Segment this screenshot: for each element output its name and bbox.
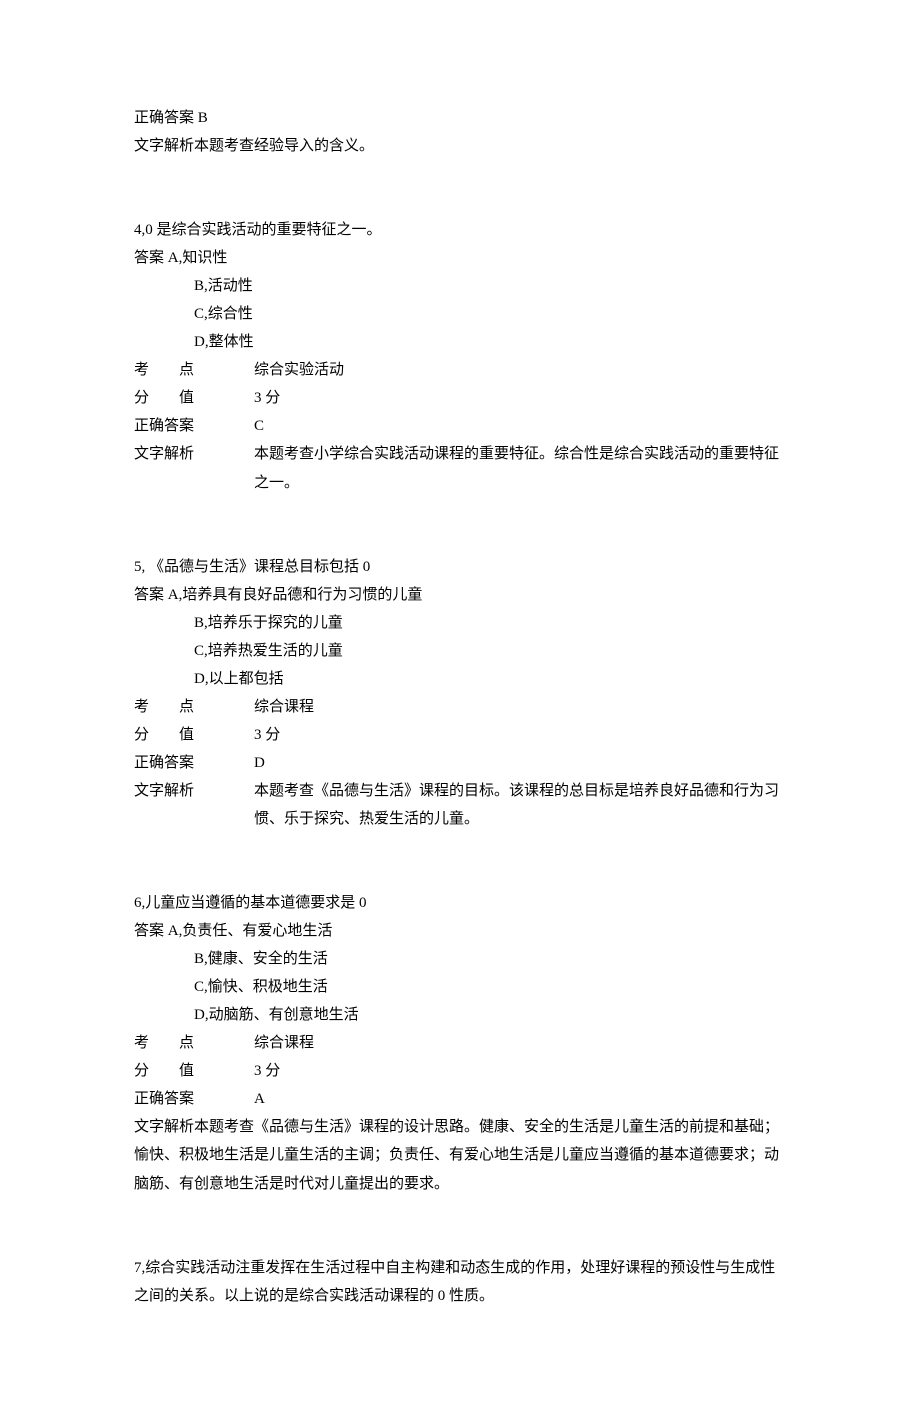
question-stem: 5, 《品德与生活》课程总目标包括 0 [134,553,786,581]
question-stem: 6,儿童应当遵循的基本道德要求是 0 [134,889,786,917]
score-value: 3 分 [254,721,786,749]
question-7: 7,综合实践活动注重发挥在生活过程中自主构建和动态生成的作用，处理好课程的预设性… [134,1254,786,1310]
score-row: 分值 3 分 [134,384,786,412]
explanation-label: 文字解析 [134,777,254,833]
exam-point-label: 考点 [134,693,254,721]
score-row: 分值 3 分 [134,721,786,749]
exam-point-label: 考点 [134,356,254,384]
correct-answer-label: 正确答案 [134,412,254,440]
option-a: A,负责任、有爱心地生活 [168,923,333,939]
option-a-line: 答案 A,负责任、有爱心地生活 [134,917,786,945]
option-a-line: 答案 A,知识性 [134,244,786,272]
exam-point-row: 考点 综合实验活动 [134,356,786,384]
explanation-text: 本题考查经验导入的含义。 [194,138,374,154]
explanation-row: 文字解析 本题考查《品德与生活》课程的目标。该课程的总目标是培养良好品德和行为习… [134,777,786,833]
explanation-label: 文字解析 [134,440,254,496]
explanation-label: 文字解析 [134,138,194,154]
option-d: D,动脑筋、有创意地生活 [134,1001,786,1029]
correct-answer-value: C [254,412,786,440]
option-a-line: 答案 A,培养具有良好品德和行为习惯的儿童 [134,581,786,609]
score-value: 3 分 [254,384,786,412]
question-6: 6,儿童应当遵循的基本道德要求是 0 答案 A,负责任、有爱心地生活 B,健康、… [134,889,786,1198]
document-page: 正确答案 B 文字解析本题考查经验导入的含义。 4,0 是综合实践活动的重要特征… [0,0,920,1426]
question-stem: 7,综合实践活动注重发挥在生活过程中自主构建和动态生成的作用，处理好课程的预设性… [134,1254,786,1310]
option-a: A,知识性 [168,250,228,266]
score-label: 分值 [134,1057,254,1085]
score-label: 分值 [134,384,254,412]
explanation-label: 文字解析 [134,1119,194,1135]
correct-answer-row: 正确答案 D [134,749,786,777]
correct-answer-value: A [254,1085,786,1113]
explanation-text: 本题考查《品德与生活》课程的设计思路。健康、安全的生活是儿童生活的前提和基础；愉… [134,1119,779,1191]
question-stem: 4,0 是综合实践活动的重要特征之一。 [134,216,786,244]
option-b: B,活动性 [134,272,786,300]
option-b: B,健康、安全的生活 [134,945,786,973]
exam-point-value: 综合课程 [254,693,786,721]
correct-answer-line: 正确答案 B [134,104,786,132]
answers-prefix: 答案 [134,587,164,603]
exam-point-label: 考点 [134,1029,254,1057]
exam-point-row: 考点 综合课程 [134,1029,786,1057]
exam-point-row: 考点 综合课程 [134,693,786,721]
answers-prefix: 答案 [134,923,164,939]
correct-answer-row: 正确答案 A [134,1085,786,1113]
option-d: D,整体性 [134,328,786,356]
option-a: A,培养具有良好品德和行为习惯的儿童 [168,587,423,603]
explanation-row: 文字解析 本题考查小学综合实践活动课程的重要特征。综合性是综合实践活动的重要特征… [134,440,786,496]
correct-answer-label: 正确答案 [134,749,254,777]
score-label: 分值 [134,721,254,749]
exam-point-value: 综合实验活动 [254,356,786,384]
question-5: 5, 《品德与生活》课程总目标包括 0 答案 A,培养具有良好品德和行为习惯的儿… [134,553,786,833]
option-c: C,愉快、积极地生活 [134,973,786,1001]
correct-answer-label: 正确答案 [134,1085,254,1113]
explanation-line: 文字解析本题考查经验导入的含义。 [134,132,786,160]
answers-prefix: 答案 [134,250,164,266]
correct-answer-value: B [198,110,208,126]
question-3-tail: 正确答案 B 文字解析本题考查经验导入的含义。 [134,104,786,160]
explanation-line: 文字解析本题考查《品德与生活》课程的设计思路。健康、安全的生活是儿童生活的前提和… [134,1113,786,1197]
explanation-text: 本题考查小学综合实践活动课程的重要特征。综合性是综合实践活动的重要特征之一。 [254,440,786,496]
explanation-text: 本题考查《品德与生活》课程的目标。该课程的总目标是培养良好品德和行为习惯、乐于探… [254,777,786,833]
question-4: 4,0 是综合实践活动的重要特征之一。 答案 A,知识性 B,活动性 C,综合性… [134,216,786,496]
score-row: 分值 3 分 [134,1057,786,1085]
option-d: D,以上都包括 [134,665,786,693]
option-c: C,培养热爱生活的儿童 [134,637,786,665]
option-b: B,培养乐于探究的儿童 [134,609,786,637]
exam-point-value: 综合课程 [254,1029,786,1057]
correct-answer-label: 正确答案 [134,110,194,126]
correct-answer-value: D [254,749,786,777]
correct-answer-row: 正确答案 C [134,412,786,440]
score-value: 3 分 [254,1057,786,1085]
option-c: C,综合性 [134,300,786,328]
